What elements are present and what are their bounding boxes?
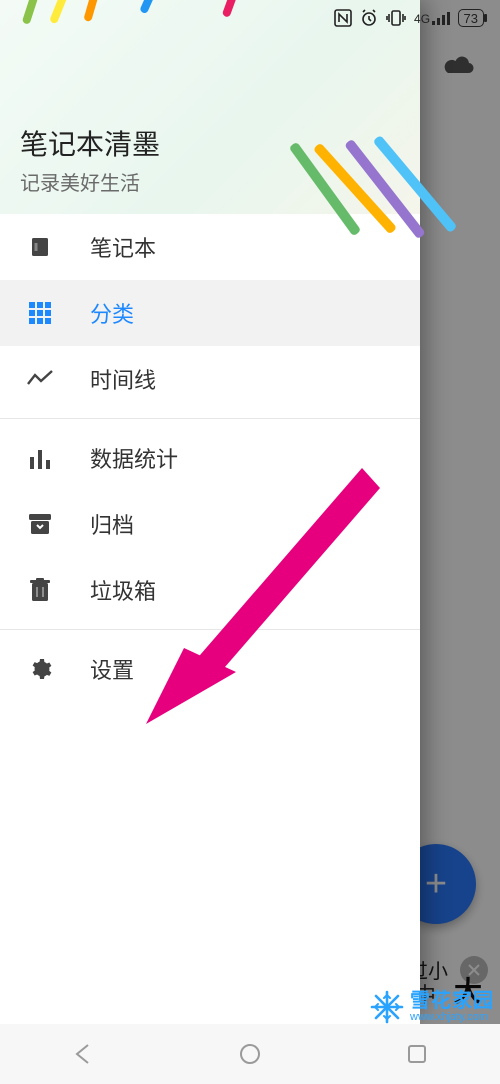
app-subtitle: 记录美好生活 [20, 167, 400, 196]
nav-recent-button[interactable] [401, 1038, 433, 1070]
bars-icon [26, 447, 54, 469]
nfc-icon [334, 9, 352, 27]
network-label: 4G [414, 13, 430, 25]
snowflake-icon [370, 990, 404, 1024]
watermark: 雪花家园 www.xhjaty.com [370, 990, 494, 1024]
sidebar-item-label: 笔记本 [90, 231, 156, 263]
sidebar-item-label: 设置 [90, 653, 134, 685]
navigation-drawer: 笔记本清墨 记录美好生活 笔记本 分类 时间线 [0, 0, 420, 1024]
trash-icon [26, 578, 54, 602]
sidebar-item-trash[interactable]: 垃圾箱 [0, 557, 420, 623]
status-bar: 4G 73 [0, 0, 500, 36]
signal-icon: 4G [414, 11, 450, 25]
cloud-icon[interactable] [442, 53, 476, 77]
watermark-url: www.xhjaty.com [410, 1012, 494, 1024]
nav-home-button[interactable] [234, 1038, 266, 1070]
system-nav-bar [0, 1024, 500, 1084]
archive-icon [26, 513, 54, 535]
sidebar-item-category[interactable]: 分类 [0, 280, 420, 346]
battery-indicator: 73 [458, 9, 484, 27]
vibrate-icon [386, 9, 406, 27]
sidebar-item-label: 数据统计 [90, 442, 178, 474]
sidebar-item-label: 垃圾箱 [90, 574, 156, 606]
sidebar-item-label: 归档 [90, 508, 134, 540]
menu-divider [0, 629, 420, 630]
app-title: 笔记本清墨 [20, 123, 400, 163]
sidebar-item-archive[interactable]: 归档 [0, 491, 420, 557]
watermark-title: 雪花家园 [410, 991, 494, 1012]
sidebar-item-label: 时间线 [90, 363, 156, 395]
drawer-menu: 笔记本 分类 时间线 数据统计 [0, 214, 420, 1024]
sidebar-item-timeline[interactable]: 时间线 [0, 346, 420, 412]
sidebar-item-settings[interactable]: 设置 [0, 636, 420, 702]
notebook-icon [26, 235, 54, 259]
alarm-icon [360, 9, 378, 27]
timeline-icon [26, 370, 54, 388]
grid-icon [26, 302, 54, 324]
add-icon: + [425, 863, 447, 906]
sidebar-item-label: 分类 [90, 297, 134, 329]
nav-back-button[interactable] [67, 1038, 99, 1070]
gear-icon [26, 657, 54, 681]
battery-percent: 73 [464, 11, 478, 26]
menu-divider [0, 418, 420, 419]
sidebar-item-stats[interactable]: 数据统计 [0, 425, 420, 491]
sidebar-item-notebook[interactable]: 笔记本 [0, 214, 420, 280]
